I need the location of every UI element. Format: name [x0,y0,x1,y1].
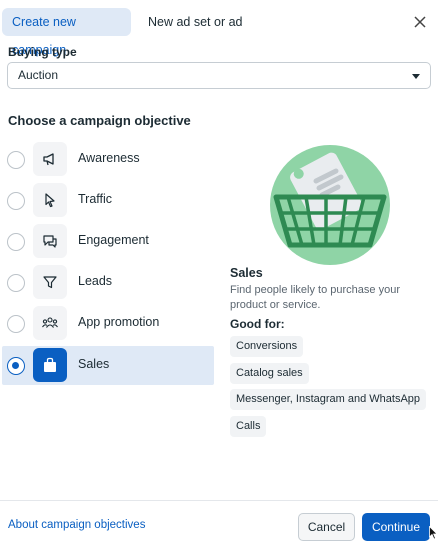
objective-app-promotion[interactable]: App promotion [2,304,214,343]
buying-type-label: Buying type [8,45,77,59]
objective-label: Engagement [78,233,149,247]
tab-create-new-campaign[interactable]: Create new campaign [2,8,131,57]
radio-button[interactable] [7,151,25,169]
good-for-chip: Catalog sales [230,363,309,384]
funnel-icon [33,265,67,299]
about-campaign-objectives-link[interactable]: About campaign objectives [8,519,145,531]
objective-detail-title: Sales [230,266,263,280]
good-for-chip: Calls [230,416,267,437]
objective-leads[interactable]: Leads [2,263,214,302]
objective-traffic[interactable]: Traffic [2,181,214,220]
objective-label: Leads [78,274,113,288]
objective-label: Sales [78,357,110,371]
chevron-down-icon [412,74,420,79]
objective-label: Awareness [78,151,140,165]
objective-detail-description: Find people likely to purchase your prod… [230,284,400,311]
objective-section-title: Choose a campaign objective [8,113,191,128]
mouse-pointer-icon [429,525,438,540]
shopping-basket-illustration [266,141,394,269]
radio-button-selected[interactable] [7,357,25,375]
radio-button[interactable] [7,192,25,210]
good-for-chip: Messenger, Instagram and WhatsApp [230,389,427,410]
good-for-chip: Conversions [230,336,304,357]
objective-awareness[interactable]: Awareness [2,140,214,179]
radio-button[interactable] [7,274,25,292]
people-group-icon [33,306,67,340]
dialog-footer: About campaign objectives Cancel Continu… [0,500,438,547]
radio-button[interactable] [7,233,25,251]
objective-sales[interactable]: Sales [2,346,214,385]
good-for-label: Good for: [230,317,285,331]
tab-new-ad-set-or-ad[interactable]: New ad set or ad [138,8,253,36]
radio-button[interactable] [7,315,25,333]
cancel-button[interactable]: Cancel [298,513,355,541]
tab-bar: Create new campaign New ad set or ad [0,0,438,57]
continue-button[interactable]: Continue [362,513,430,541]
buying-type-select[interactable]: Auction [7,62,431,89]
cursor-icon [33,183,67,217]
objective-label: App promotion [78,315,160,329]
objective-engagement[interactable]: Engagement [2,222,214,261]
close-icon[interactable] [410,12,430,32]
shopping-bag-icon [33,348,67,382]
chat-bubbles-icon [33,224,67,258]
objective-label: Traffic [78,192,113,206]
megaphone-icon [33,142,67,176]
buying-type-value: Auction [18,68,59,82]
